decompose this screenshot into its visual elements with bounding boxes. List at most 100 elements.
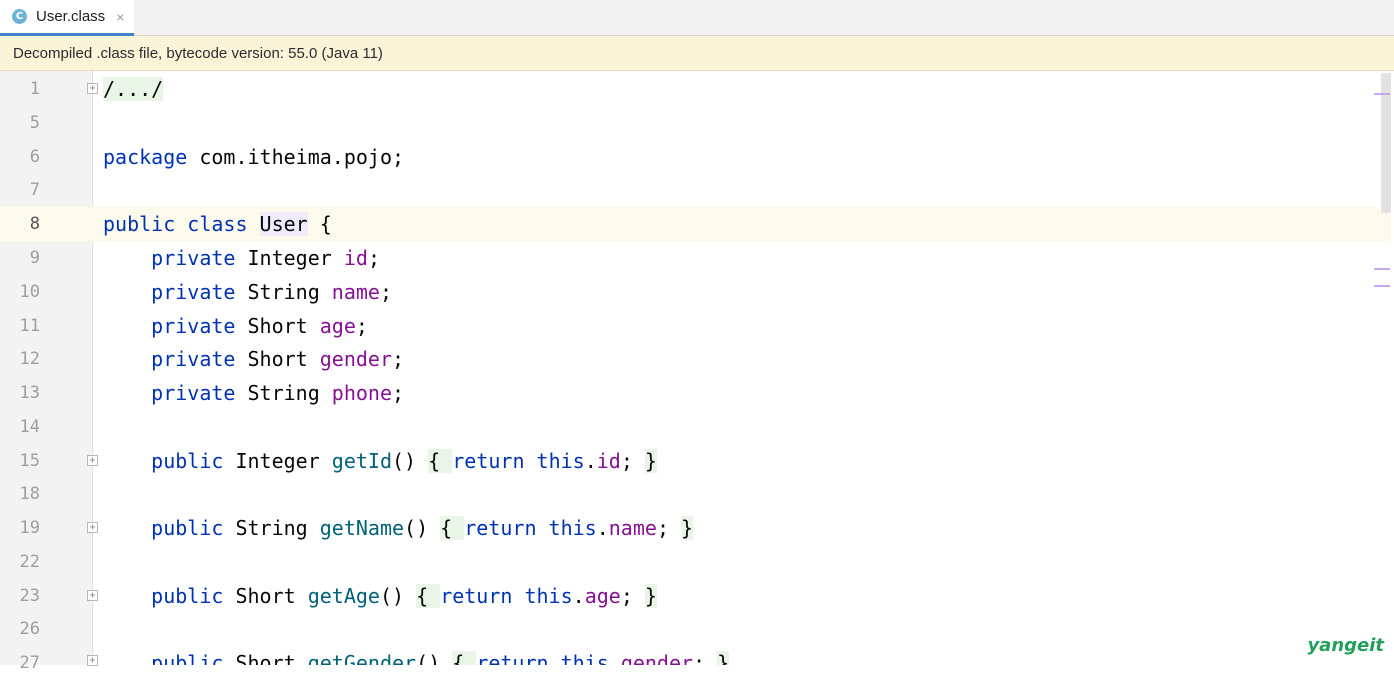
field-name: phone [331,381,393,405]
keyword: return this [440,584,573,608]
fold-toggle-icon[interactable]: + [87,590,98,601]
code-line-6: package com.itheima.pojo; [103,140,404,174]
field-name: age [319,314,356,338]
decompiled-notice-banner: Decompiled .class file, bytecode version… [0,36,1394,71]
keyword: private [151,347,236,371]
field-name: name [331,280,380,304]
code-line-11: private Short age; [103,309,368,343]
code-editor[interactable]: /.../ package com.itheima.pojo; public c… [93,71,1394,665]
dot: . [596,516,609,540]
folded-body-close[interactable]: } [681,516,694,540]
folded-body-open[interactable]: { [440,516,465,540]
semicolon: ; [355,314,368,338]
folded-body-open[interactable]: { [416,584,441,608]
keyword: return this [452,449,585,473]
semicolon: ; [392,347,405,371]
keyword: return this [464,516,597,540]
tab-user-class[interactable]: C User.class × [0,0,134,36]
parens: () [416,651,453,665]
error-stripe-marker[interactable] [1374,268,1390,270]
field-name: id [343,246,368,270]
code-line-9: private Integer id; [103,241,380,275]
line-number: 10 [19,282,40,302]
line-number: 19 [19,518,40,538]
fold-toggle-icon[interactable]: + [87,522,98,533]
line-number: 23 [19,586,40,606]
fold-toggle-icon[interactable]: + [87,655,98,666]
keyword: public [151,516,224,540]
method-name: getAge [307,584,380,608]
brace: { [307,212,332,236]
dot: . [584,449,597,473]
keyword: public [151,584,224,608]
folded-body-open[interactable]: { [452,651,477,665]
code-line-12: private Short gender; [103,342,404,376]
class-name: User [259,212,308,236]
code-line-15: public Integer getId() { return this.id;… [103,444,657,478]
method-name: getGender [307,651,417,665]
line-number: 22 [19,552,40,572]
code-line-10: private String name; [103,275,392,309]
semicolon: ; [620,449,645,473]
line-number: 26 [19,619,40,639]
line-number: 12 [19,349,40,369]
line-number: 9 [29,248,40,268]
keyword: package [103,145,188,169]
folded-body-open[interactable]: { [428,449,453,473]
code-line-8: public class User { [103,207,332,241]
semicolon: ; [620,584,645,608]
parens: () [379,584,417,608]
type: Short [235,347,320,371]
class-file-icon: C [12,9,27,24]
field-name: gender [319,347,393,371]
close-icon[interactable]: × [116,9,124,25]
line-number: 18 [19,484,40,504]
keyword: private [151,280,236,304]
banner-text: Decompiled .class file, bytecode version… [13,44,383,62]
keyword: public [151,449,224,473]
type: Short [235,314,320,338]
field-name: name [608,516,657,540]
parens: () [404,516,441,540]
type: String [223,516,320,540]
semicolon: ; [693,651,718,665]
method-name: getName [319,516,405,540]
folded-body-close[interactable]: } [717,651,730,665]
line-number: 13 [19,383,40,403]
type: Short [223,651,308,665]
keyword: private [151,246,236,270]
dot: . [608,651,621,665]
code-line-13: private String phone; [103,376,404,410]
fold-toggle-icon[interactable]: + [87,455,98,466]
error-stripe-marker[interactable] [1374,93,1390,95]
semicolon: ; [392,381,405,405]
folded-body-close[interactable]: } [644,584,657,608]
error-stripe-marker[interactable] [1374,285,1390,287]
keyword: private [151,314,236,338]
line-number: 7 [29,180,40,200]
semicolon: ; [367,246,380,270]
method-name: getId [331,449,393,473]
fold-toggle-icon[interactable]: + [87,83,98,94]
keyword: private [151,381,236,405]
line-number: 15 [19,451,40,471]
folded-body-close[interactable]: } [644,449,657,473]
line-number: 14 [19,417,40,437]
code-line-19: public String getName() { return this.na… [103,511,694,545]
code-line-23: public Short getAge() { return this.age;… [103,579,657,613]
semicolon: ; [656,516,682,540]
type: Short [223,584,308,608]
field-name: gender [620,651,694,665]
type: Integer [235,246,344,270]
folded-header-region[interactable]: /.../ [103,77,164,101]
type: String [235,280,332,304]
type: String [235,381,332,405]
tab-label: User.class [36,8,106,25]
keyword: public class [103,212,248,236]
watermark-logo: yangeit [1307,635,1384,656]
line-number: 6 [29,147,40,167]
semicolon: ; [379,280,393,304]
line-number-gutter: 1 5 6 7 8 9 10 11 12 13 14 15 18 19 22 2… [0,71,93,673]
line-number: 5 [29,113,40,133]
line-number: 11 [19,316,40,336]
